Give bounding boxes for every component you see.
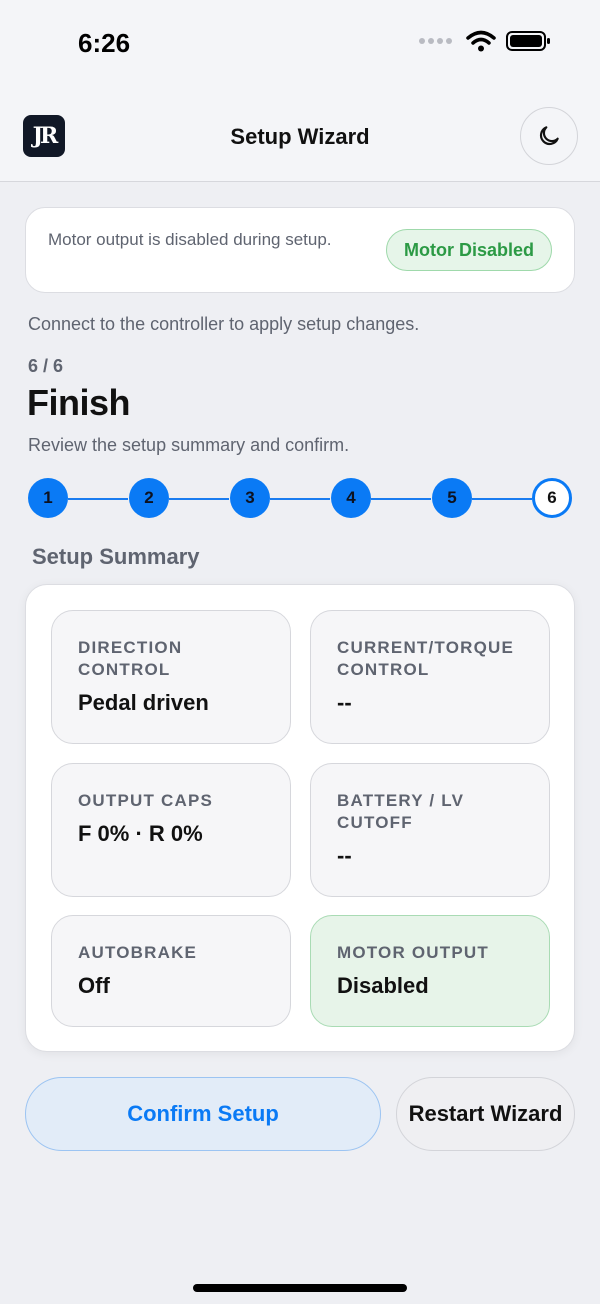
summary-card: Direction control Pedal driven Current/t…	[25, 584, 575, 1052]
summary-tile-battery: Battery / LV cutoff --	[310, 763, 550, 897]
step-dot-5[interactable]: 5	[432, 478, 472, 518]
step-counter: 6 / 6	[28, 356, 64, 376]
step-connector	[371, 498, 431, 500]
tile-label: Output caps	[78, 791, 214, 810]
theme-toggle-button[interactable]	[520, 107, 578, 165]
step-connector	[270, 498, 330, 500]
restart-wizard-button[interactable]: Restart Wizard	[396, 1077, 575, 1151]
step-dot-4[interactable]: 4	[331, 478, 371, 518]
step-connector	[472, 498, 532, 500]
step-dot-6[interactable]: 6	[532, 478, 572, 518]
status-time: 6:26	[78, 28, 131, 58]
summary-heading: Setup Summary	[32, 544, 200, 569]
tile-label: Direction control	[78, 638, 183, 679]
status-badge: Motor Disabled	[385, 229, 552, 271]
tile-value: Pedal driven	[78, 690, 209, 715]
tile-value: --	[337, 690, 352, 715]
step-progress: 1 2 3 4 5 6	[28, 478, 572, 520]
connect-message: Connect to the controller to apply setup…	[28, 314, 420, 334]
step-dot-3[interactable]: 3	[230, 478, 270, 518]
tile-label: Motor output	[337, 943, 489, 962]
battery-icon	[506, 31, 550, 51]
summary-tile-current-torque: Current/torque control --	[310, 610, 550, 744]
moon-icon	[539, 126, 559, 146]
tile-value: --	[337, 843, 352, 868]
tile-label: Autobrake	[78, 943, 198, 962]
status-icons	[419, 30, 552, 52]
cellular-signal-icon	[419, 38, 452, 44]
notice-text: Motor output is disabled during setup.	[48, 230, 332, 249]
tile-label: Current/torque control	[337, 638, 515, 679]
page-title: Setup Wizard	[230, 124, 370, 149]
summary-tile-motor-output: Motor output Disabled	[310, 915, 550, 1027]
status-bar: 6:26	[0, 0, 600, 90]
summary-tile-output-caps: Output caps F 0% · R 0%	[51, 763, 291, 897]
home-indicator	[193, 1284, 407, 1292]
step-dot-2[interactable]: 2	[129, 478, 169, 518]
tile-value: Disabled	[337, 973, 429, 998]
step-dot-1[interactable]: 1	[28, 478, 68, 518]
motor-disabled-notice: Motor output is disabled during setup. M…	[25, 207, 575, 293]
confirm-setup-button[interactable]: Confirm Setup	[25, 1077, 381, 1151]
summary-tile-autobrake: Autobrake Off	[51, 915, 291, 1027]
app-header: JR Setup Wizard	[0, 90, 600, 182]
step-description: Review the setup summary and confirm.	[28, 435, 350, 455]
tile-label: Battery / LV cutoff	[337, 791, 465, 832]
wifi-icon	[466, 30, 496, 52]
step-connector	[169, 498, 229, 500]
tile-value: F 0% · R 0%	[78, 821, 203, 846]
summary-tile-direction: Direction control Pedal driven	[51, 610, 291, 744]
step-connector	[68, 498, 128, 500]
tile-value: Off	[78, 973, 110, 998]
step-title: Finish	[27, 382, 131, 423]
